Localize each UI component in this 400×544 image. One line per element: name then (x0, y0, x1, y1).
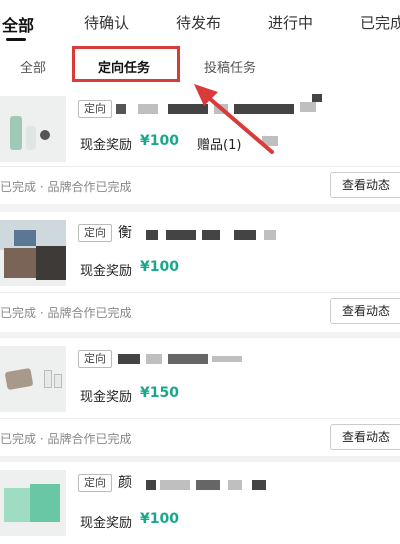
annotation-arrow-icon (194, 84, 274, 154)
